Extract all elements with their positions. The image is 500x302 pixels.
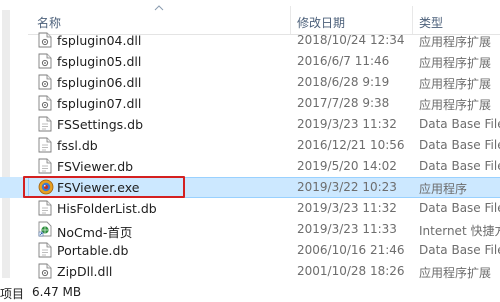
dll-icon [38, 32, 52, 48]
file-name[interactable]: fssl.db [57, 138, 98, 153]
file-type: 应用程序扩展 [419, 35, 492, 49]
file-type: 应用程序扩展 [419, 56, 492, 70]
name-column-header[interactable]: 名称 [37, 14, 61, 31]
selected-size: 6.47 MB [32, 285, 82, 299]
file-row[interactable]: ZipDll.dll 2001/10/28 18:26 应用程序扩展 [0, 261, 500, 282]
file-modified-date: 2019/3/22 10:23 [297, 180, 397, 194]
file-row[interactable]: FSViewer.db 2019/5/20 14:02 Data Base File [0, 156, 500, 177]
db-file-icon [38, 137, 52, 153]
file-modified-date: 2016/12/21 10:56 [297, 138, 405, 152]
file-row[interactable]: Portable.db 2006/10/16 21:46 Data Base Fil… [0, 240, 500, 261]
db-file-icon [38, 116, 52, 132]
file-modified-date: 2019/3/23 11:32 [297, 117, 397, 131]
file-row[interactable]: FSSettings.db 2019/3/23 11:32 Data Base Fi… [0, 114, 500, 135]
file-name[interactable]: fsplugin07.dll [57, 96, 141, 111]
file-name[interactable]: HisFolderList.db [57, 201, 157, 216]
dll-icon [38, 95, 52, 111]
file-row[interactable]: fsplugin04.dll 2018/10/24 12:34 应用程序扩展 [0, 30, 500, 51]
file-modified-date: 2017/7/28 9:38 [297, 96, 390, 110]
file-type: 应用程序扩展 [419, 266, 492, 280]
file-type: Data Base File [419, 243, 500, 257]
file-type: Internet 快捷方 [419, 224, 500, 238]
file-name[interactable]: NoCmd-首页 [57, 222, 132, 241]
status-bar: 项目 6.47 MB [0, 284, 500, 301]
file-modified-date: 2018/6/28 9:19 [297, 75, 390, 89]
db-file-icon [38, 158, 52, 174]
file-modified-date: 2019/5/20 14:02 [297, 159, 397, 173]
dll-icon [38, 263, 52, 279]
file-modified-date: 2019/3/23 11:32 [297, 201, 397, 215]
highlight-annotation [23, 176, 185, 198]
file-name[interactable]: fsplugin04.dll [57, 33, 141, 48]
db-file-icon [38, 200, 52, 216]
file-type: 应用程序 [419, 182, 468, 196]
db-file-icon [38, 242, 52, 258]
file-row[interactable]: NoCmd-首页 2019/3/23 11:33 Internet 快捷方 [0, 219, 500, 240]
date-column-header[interactable]: 修改日期 [297, 14, 345, 31]
file-modified-date: 2006/10/16 21:46 [297, 243, 405, 257]
file-type: Data Base File [419, 201, 500, 215]
type-column-header[interactable]: 类型 [419, 14, 443, 31]
file-row[interactable]: fsplugin06.dll 2018/6/28 9:19 应用程序扩展 [0, 72, 500, 93]
file-name[interactable]: FSSettings.db [57, 117, 143, 132]
file-type: 应用程序扩展 [419, 77, 492, 91]
file-row[interactable]: HisFolderList.db 2019/3/23 11:32 Data Base… [0, 198, 500, 219]
item-count-label: 项目 [0, 287, 25, 301]
file-type: 应用程序扩展 [419, 98, 492, 112]
file-modified-date: 2016/6/7 11:46 [297, 54, 390, 68]
dll-icon [38, 53, 52, 69]
file-modified-date: 2019/3/23 11:33 [297, 222, 397, 236]
sort-ascending-icon [154, 5, 164, 11]
file-name[interactable]: fsplugin06.dll [57, 75, 141, 90]
file-type: Data Base File [419, 117, 500, 131]
file-name[interactable]: ZipDll.dll [57, 264, 112, 279]
file-modified-date: 2018/10/24 12:34 [297, 33, 405, 47]
dll-icon [38, 74, 52, 90]
file-row[interactable]: fsplugin07.dll 2017/7/28 9:38 应用程序扩展 [0, 93, 500, 114]
file-modified-date: 2001/10/28 18:26 [297, 264, 405, 278]
internet-shortcut-icon [38, 221, 52, 237]
file-row[interactable]: fssl.db 2016/12/21 10:56 Data Base File [0, 135, 500, 156]
file-type: Data Base File [419, 138, 500, 152]
file-name[interactable]: FSViewer.db [57, 159, 133, 174]
file-type: Data Base File [419, 159, 500, 173]
file-name[interactable]: Portable.db [57, 243, 128, 258]
file-name[interactable]: fsplugin05.dll [57, 54, 141, 69]
file-row[interactable]: fsplugin05.dll 2016/6/7 11:46 应用程序扩展 [0, 51, 500, 72]
